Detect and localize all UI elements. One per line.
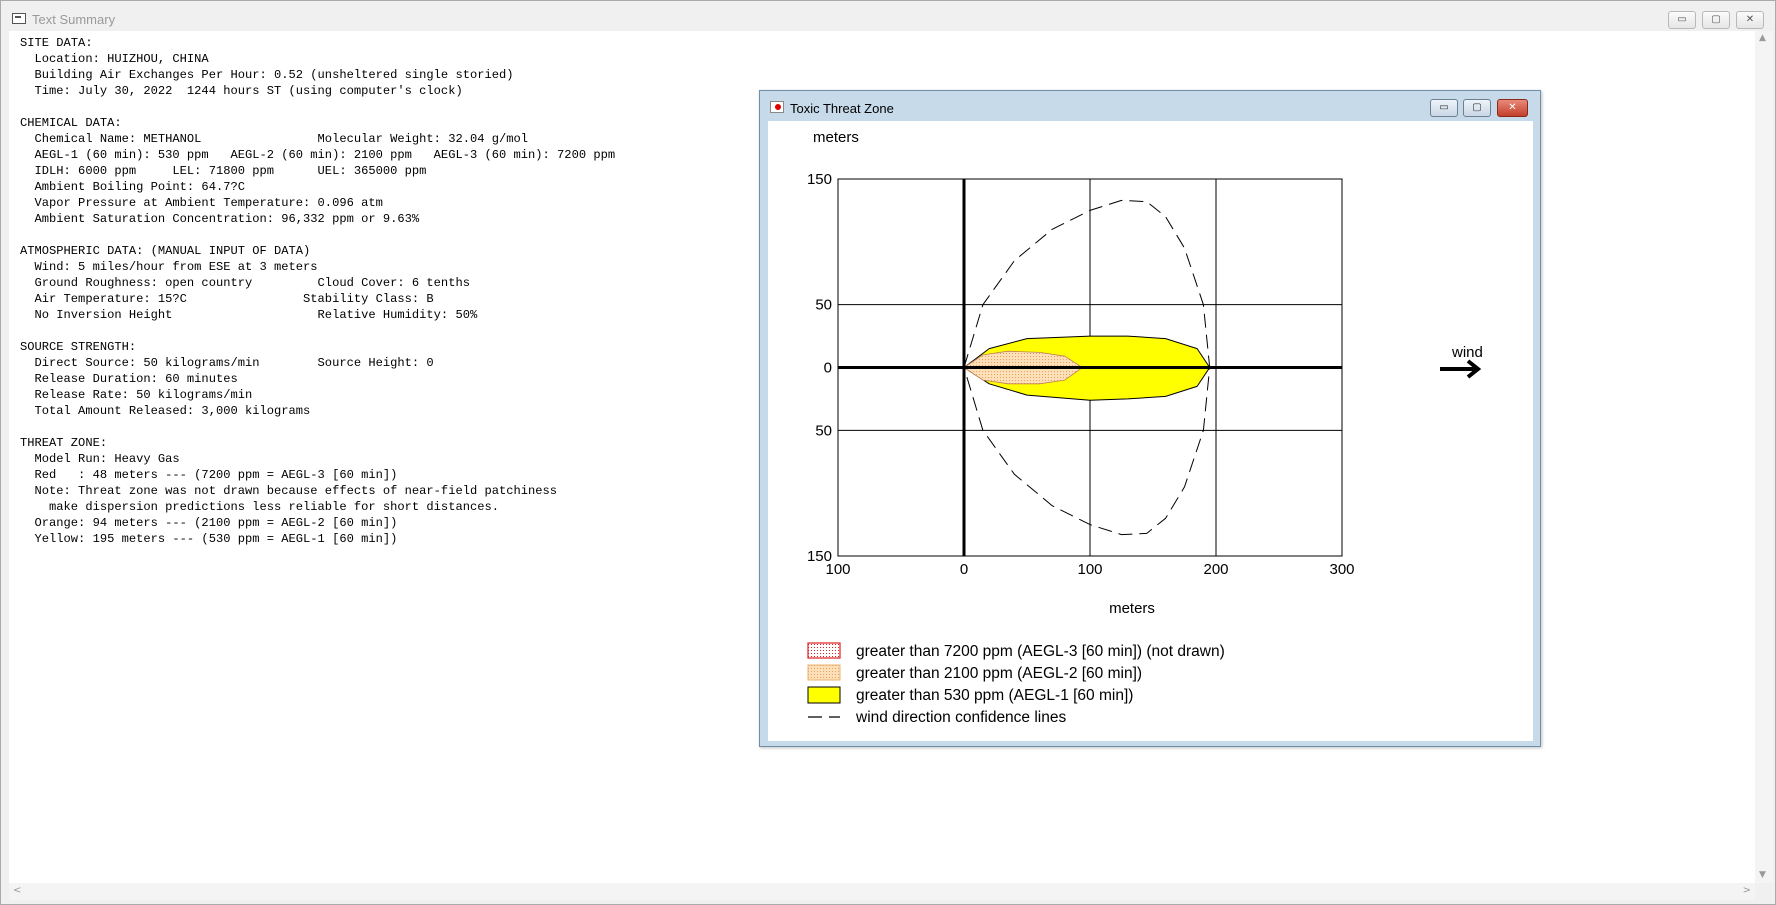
y-tick-label: 150 [807,548,832,565]
vertical-scrollbar[interactable]: ▲ ▼ [1755,31,1773,883]
minimize-button[interactable]: ▭ [1668,11,1696,29]
threat-zone-titlebar[interactable]: Toxic Threat Zone ▭ ▢ ✕ [760,91,1540,121]
legend: greater than 7200 ppm (AEGL-3 [60 min]) … [807,642,1225,726]
threat-zone-minimize-button[interactable]: ▭ [1430,99,1458,117]
legend-label-aegl1: greater than 530 ppm (AEGL-1 [60 min]) [856,687,1133,704]
x-axis-label: meters [1109,600,1155,617]
x-tick-label: 200 [1203,561,1228,578]
y-tick-label: 50 [815,422,832,439]
threat-zone-title: Toxic Threat Zone [790,101,894,116]
legend-swatch-aegl2 [807,664,841,681]
x-tick-label: 300 [1329,561,1354,578]
threat-zone-app-icon [770,101,784,113]
legend-label-confidence: wind direction confidence lines [855,709,1066,726]
scroll-up-arrow-icon[interactable]: ▲ [1759,33,1766,43]
text-summary-titlebar[interactable]: Text Summary ▭ ▢ ✕ [1,1,1775,31]
scroll-left-arrow-icon[interactable]: < [13,885,21,896]
threat-zone-chart: 100 0 100 200 30015050050150 meters meters w… [807,129,1483,726]
text-summary-window: Text Summary ▭ ▢ ✕ SITE DATA: Location: … [0,0,1776,905]
y-tick-label: 50 [815,297,832,314]
close-button[interactable]: ✕ [1736,11,1764,29]
x-tick-label: 100 [1077,561,1102,578]
y-tick-label: 0 [824,360,832,377]
scroll-right-arrow-icon[interactable]: > [1743,885,1751,896]
wind-label: wind [1451,344,1483,361]
legend-swatch-aegl1 [807,686,841,704]
horizontal-scrollbar[interactable]: < > [9,883,1755,900]
maximize-button[interactable]: ▢ [1702,11,1730,29]
window-title: Text Summary [32,12,116,27]
scroll-down-arrow-icon[interactable]: ▼ [1759,870,1766,880]
legend-swatch-aegl3 [807,642,841,659]
y-tick-label: 150 [807,171,832,188]
legend-label-aegl2: greater than 2100 ppm (AEGL-2 [60 min]) [856,665,1142,682]
app-icon [12,13,26,24]
threat-zone-maximize-button[interactable]: ▢ [1463,99,1491,117]
x-tick-label: 0 [960,561,968,578]
legend-label-aegl3: greater than 7200 ppm (AEGL-3 [60 min]) … [856,643,1225,660]
report-text: SITE DATA: Location: HUIZHOU, CHINA Buil… [20,36,616,546]
y-axis-label: meters [813,129,859,146]
threat-zone-close-button[interactable]: ✕ [1497,99,1528,117]
toxic-threat-zone-window[interactable]: Toxic Threat Zone ▭ ▢ ✕ 100 0 100 200 30… [759,90,1541,747]
wind-arrow-icon [1440,359,1482,379]
threat-zone-plot-area: 100 0 100 200 300 150 50 0 50 150 meters meters w… [768,121,1533,741]
